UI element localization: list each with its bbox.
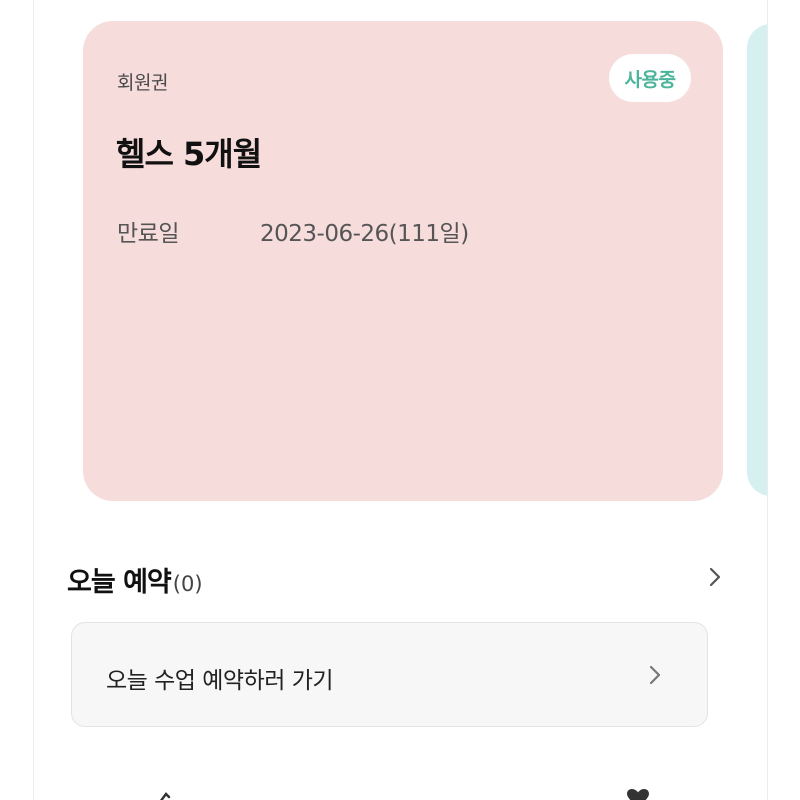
- chevron-right-icon: [649, 665, 661, 685]
- partial-icon[interactable]: [156, 788, 172, 800]
- today-reservations-title[interactable]: 오늘 예약(0): [67, 560, 203, 599]
- today-reservations-count: (0): [172, 572, 203, 596]
- status-badge: 사용중: [609, 54, 691, 102]
- chevron-right-icon[interactable]: [702, 564, 728, 590]
- expiry-value: 2023-06-26(111일): [260, 221, 469, 247]
- app-screen: 회원권 사용중 헬스 5개월 만료일 2023-06-26(111일) 오늘 예…: [33, 0, 768, 800]
- next-pass-card[interactable]: [747, 24, 767, 496]
- pass-title: 헬스 5개월: [116, 135, 262, 173]
- reserve-class-label: 오늘 수업 예약하러 가기: [106, 668, 334, 694]
- reserve-class-button[interactable]: 오늘 수업 예약하러 가기: [71, 622, 708, 727]
- expiry-label: 만료일: [117, 221, 179, 247]
- heart-icon[interactable]: [626, 788, 650, 800]
- membership-pass-card[interactable]: 회원권 사용중 헬스 5개월 만료일 2023-06-26(111일): [83, 21, 723, 501]
- pass-kind-label: 회원권: [117, 72, 168, 94]
- today-reservations-label: 오늘 예약: [67, 567, 172, 598]
